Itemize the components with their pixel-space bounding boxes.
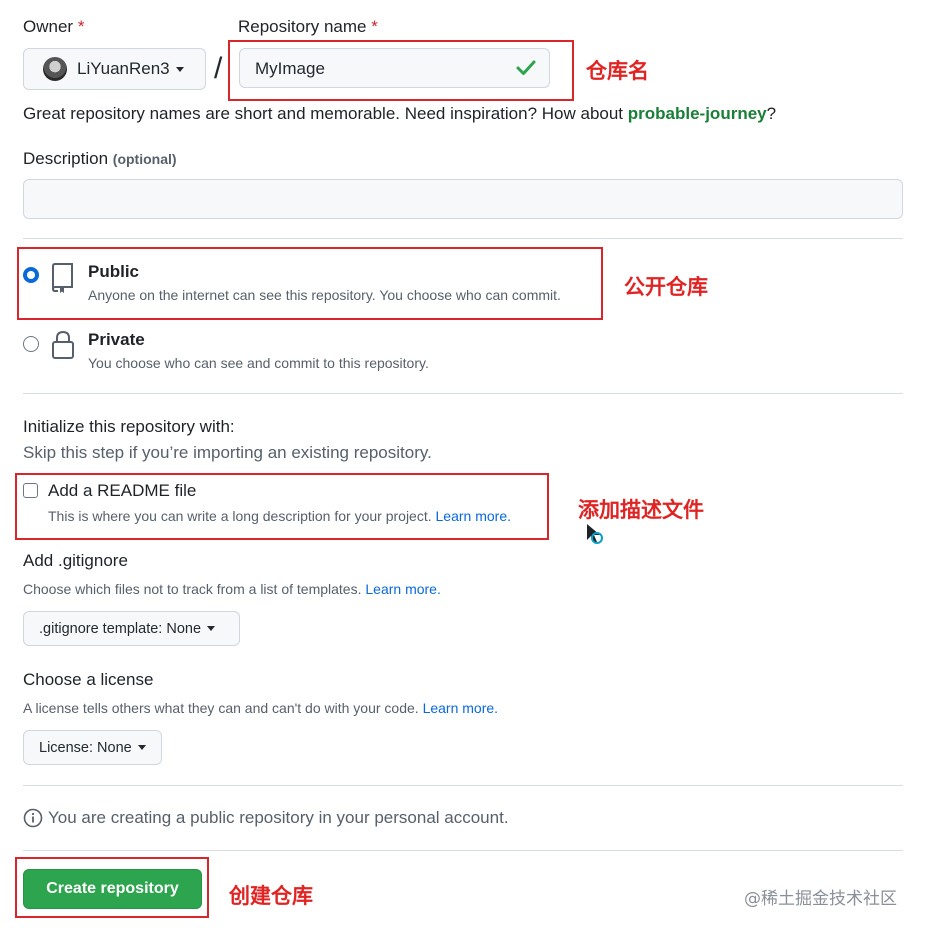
init-title: Initialize this repository with: <box>23 417 235 436</box>
owner-required-mark: * <box>77 17 85 36</box>
lock-icon <box>52 330 74 359</box>
info-icon <box>23 808 43 828</box>
gitignore-title: Add .gitignore <box>23 551 128 570</box>
owner-label: Owner * <box>23 17 84 37</box>
license-select-prefix: License: <box>39 739 94 756</box>
annotation-box-create <box>15 857 209 918</box>
visibility-private-radio[interactable] <box>23 336 39 352</box>
gitignore-select-button[interactable]: .gitignore template: None <box>23 611 240 646</box>
license-desc-text: A license tells others what they can and… <box>23 700 419 716</box>
license-select-button[interactable]: License: None <box>23 730 162 765</box>
name-hint-suffix: ? <box>766 104 777 123</box>
divider <box>23 393 903 394</box>
visibility-private-title: Private <box>88 330 145 349</box>
divider <box>23 850 903 851</box>
license-title: Choose a license <box>23 670 154 689</box>
repo-name-required-mark: * <box>371 17 378 36</box>
owner-repo-separator: / <box>214 52 223 85</box>
divider <box>23 785 903 786</box>
annotation-box-public <box>17 247 603 320</box>
gitignore-learn-more-link[interactable]: Learn more. <box>365 581 440 597</box>
description-optional-tag: (optional) <box>112 151 177 167</box>
visibility-private-desc: You choose who can see and commit to thi… <box>88 355 429 371</box>
init-subtitle: Skip this step if you’re importing an ex… <box>23 443 432 462</box>
description-label-text: Description <box>23 149 109 168</box>
license-select-value: None <box>97 739 132 756</box>
chevron-down-icon <box>207 626 216 631</box>
gitignore-select-value: None <box>166 620 202 637</box>
chevron-down-icon <box>137 745 146 750</box>
owner-label-text: Owner <box>23 17 74 36</box>
license-description: A license tells others what they can and… <box>23 700 498 716</box>
annotation-repo-name: 仓库名 <box>586 59 649 83</box>
chevron-down-icon <box>175 66 184 72</box>
license-learn-more-link[interactable]: Learn more. <box>423 700 498 716</box>
gitignore-description: Choose which files not to track from a l… <box>23 581 441 597</box>
annotation-box-readme <box>15 473 549 540</box>
description-label: Description (optional) <box>23 149 177 169</box>
watermark: @稀土掘金技术社区 <box>744 889 897 909</box>
gitignore-desc-text: Choose which files not to track from a l… <box>23 581 362 597</box>
owner-name: LiYuanRen3 <box>77 59 170 78</box>
repo-name-label-text: Repository name <box>238 17 367 36</box>
annotation-public: 公开仓库 <box>624 275 708 299</box>
avatar <box>43 57 67 81</box>
name-suggestion-link[interactable]: probable-journey <box>628 104 767 123</box>
cursor-icon <box>587 524 603 544</box>
visibility-notice: You are creating a public repository in … <box>48 808 509 827</box>
gitignore-select-prefix: .gitignore template: <box>39 620 163 637</box>
description-input[interactable] <box>23 179 903 219</box>
annotation-readme: 添加描述文件 <box>578 498 704 522</box>
divider <box>23 238 903 239</box>
annotation-create: 创建仓库 <box>229 884 313 908</box>
annotation-box-repo-name <box>228 40 574 101</box>
repo-name-hint: Great repository names are short and mem… <box>23 104 776 124</box>
owner-select-button[interactable]: LiYuanRen3 <box>23 48 206 90</box>
name-hint-text: Great repository names are short and mem… <box>23 104 628 123</box>
repo-name-label: Repository name * <box>238 17 378 37</box>
